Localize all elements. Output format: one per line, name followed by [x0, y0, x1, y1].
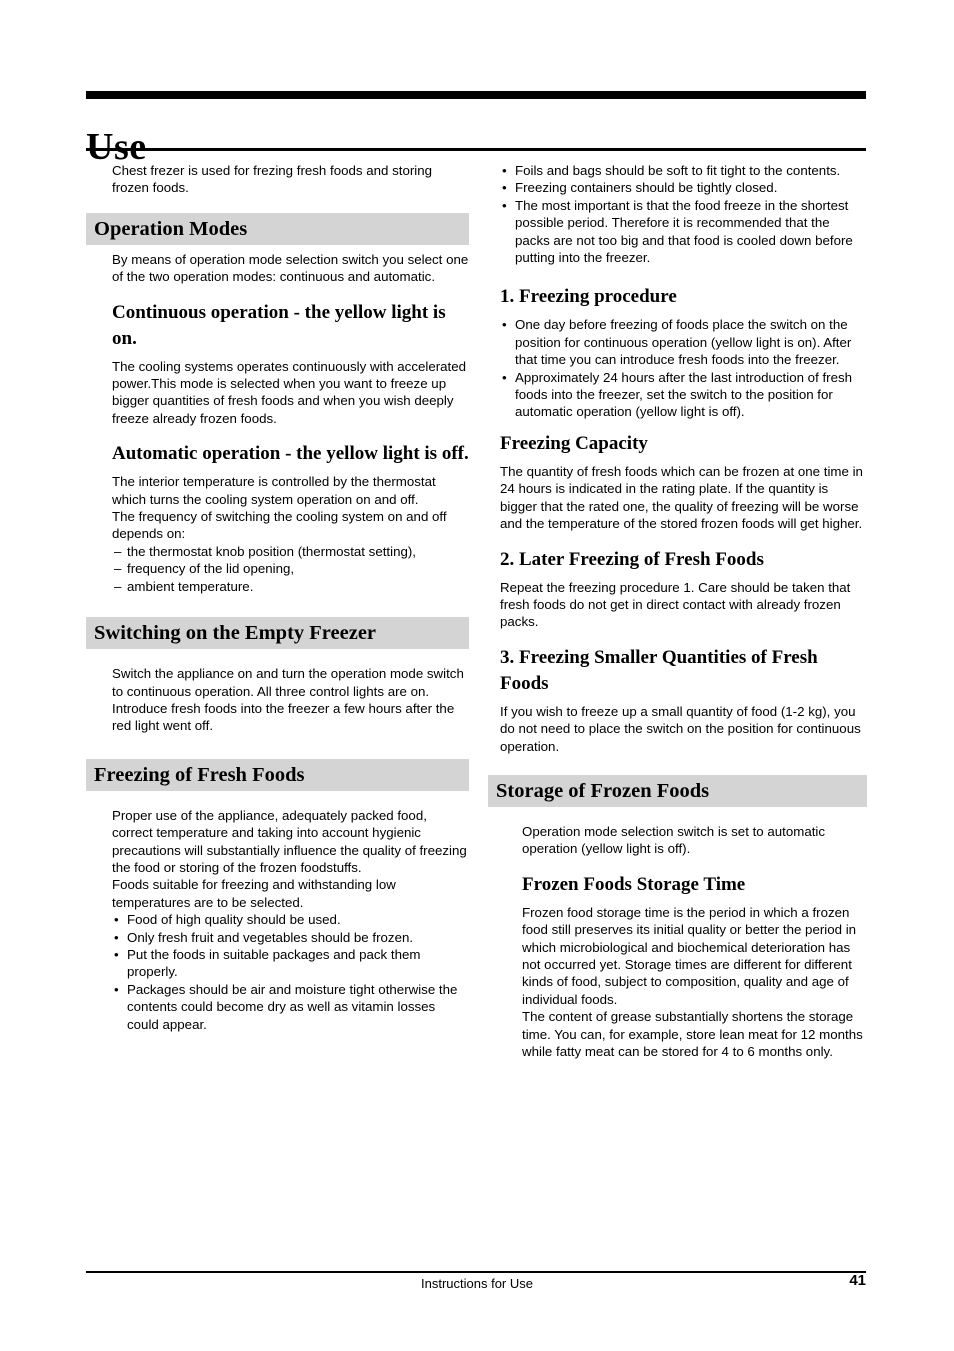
left-column: Chest frezer is used for frezing fresh f…: [86, 162, 469, 1033]
footer-rule: [86, 1271, 866, 1273]
storage-time-body-2: The content of grease substantially shor…: [522, 1009, 863, 1059]
freezing-fresh-body-1: Proper use of the appliance, adequately …: [112, 807, 467, 875]
page-number: 41: [849, 1272, 866, 1289]
right-column: Foils and bags should be soft to fit tig…: [488, 162, 867, 1060]
list-item: One day before freezing of foods place t…: [500, 316, 867, 368]
document-page: Use Chest frezer is used for frezing fre…: [0, 0, 954, 1351]
automatic-operation-dash-list: the thermostat knob position (thermostat…: [112, 543, 469, 596]
list-item: Approximately 24 hours after the last in…: [500, 369, 867, 421]
list-item: Only fresh fruit and vegetables should b…: [112, 929, 469, 947]
packaging-bullet-list: Foils and bags should be soft to fit tig…: [500, 162, 867, 266]
subheading-continuous-operation: Continuous operation - the yellow light …: [112, 301, 446, 349]
section-heading-storage-of-frozen-foods: Storage of Frozen Foods: [488, 774, 867, 807]
heading-later-freezing: 2. Later Freezing of Fresh Foods: [500, 548, 764, 570]
operation-modes-intro: By means of operation mode selection swi…: [112, 251, 469, 285]
list-item: Foils and bags should be soft to fit tig…: [500, 162, 867, 180]
freezing-fresh-bullet-list: Food of high quality should be used. Onl…: [112, 911, 469, 1033]
smaller-quantities-body: If you wish to freeze up a small quantit…: [500, 703, 861, 754]
heading-smaller-quantities: 3. Freezing Smaller Quantities of Fresh …: [500, 646, 818, 694]
list-item: The most important is that the food free…: [500, 197, 867, 267]
footer-text: Instructions for Use: [421, 1276, 533, 1291]
heading-freezing-capacity: Freezing Capacity: [500, 432, 648, 454]
freezing-capacity-body: The quantity of fresh foods which can be…: [500, 463, 863, 532]
subheading-automatic-operation: Automatic operation - the yellow light i…: [112, 443, 469, 465]
section-heading-switching-on-empty-freezer: Switching on the Empty Freezer: [86, 617, 469, 650]
header-rule: [86, 91, 866, 99]
automatic-operation-body-1: The interior temperature is controlled b…: [112, 474, 436, 507]
list-item: Freezing containers should be tightly cl…: [500, 179, 867, 197]
list-item: ambient temperature.: [112, 578, 469, 596]
list-item: frequency of the lid opening,: [112, 560, 469, 578]
freezing-procedure-bullet-list: One day before freezing of foods place t…: [500, 316, 867, 420]
heading-frozen-foods-storage-time: Frozen Foods Storage Time: [522, 873, 746, 895]
list-item: Food of high quality should be used.: [112, 911, 469, 929]
section-heading-freezing-of-fresh-foods: Freezing of Fresh Foods: [86, 758, 469, 791]
list-item: Packages should be air and moisture tigh…: [112, 981, 469, 1033]
list-item: Put the foods in suitable packages and p…: [112, 946, 469, 981]
heading-freezing-procedure: 1. Freezing procedure: [500, 286, 677, 308]
section-heading-operation-modes: Operation Modes: [86, 212, 469, 245]
freezing-fresh-body-2: Foods suitable for freezing and withstan…: [112, 877, 396, 910]
switching-on-body: Switch the appliance on and turn the ope…: [112, 666, 464, 734]
storage-body: Operation mode selection switch is set t…: [522, 823, 826, 857]
list-item: the thermostat knob position (thermostat…: [112, 543, 469, 561]
storage-time-body-1: Frozen food storage time is the period i…: [522, 904, 857, 1007]
continuous-operation-body: The cooling systems operates continuousl…: [112, 358, 467, 426]
automatic-operation-body-2: The frequency of switching the cooling s…: [112, 509, 447, 542]
later-freezing-body: Repeat the freezing procedure 1. Care sh…: [500, 579, 851, 630]
title-underline-rule: [86, 148, 866, 151]
intro-paragraph: Chest frezer is used for frezing fresh f…: [112, 163, 433, 196]
